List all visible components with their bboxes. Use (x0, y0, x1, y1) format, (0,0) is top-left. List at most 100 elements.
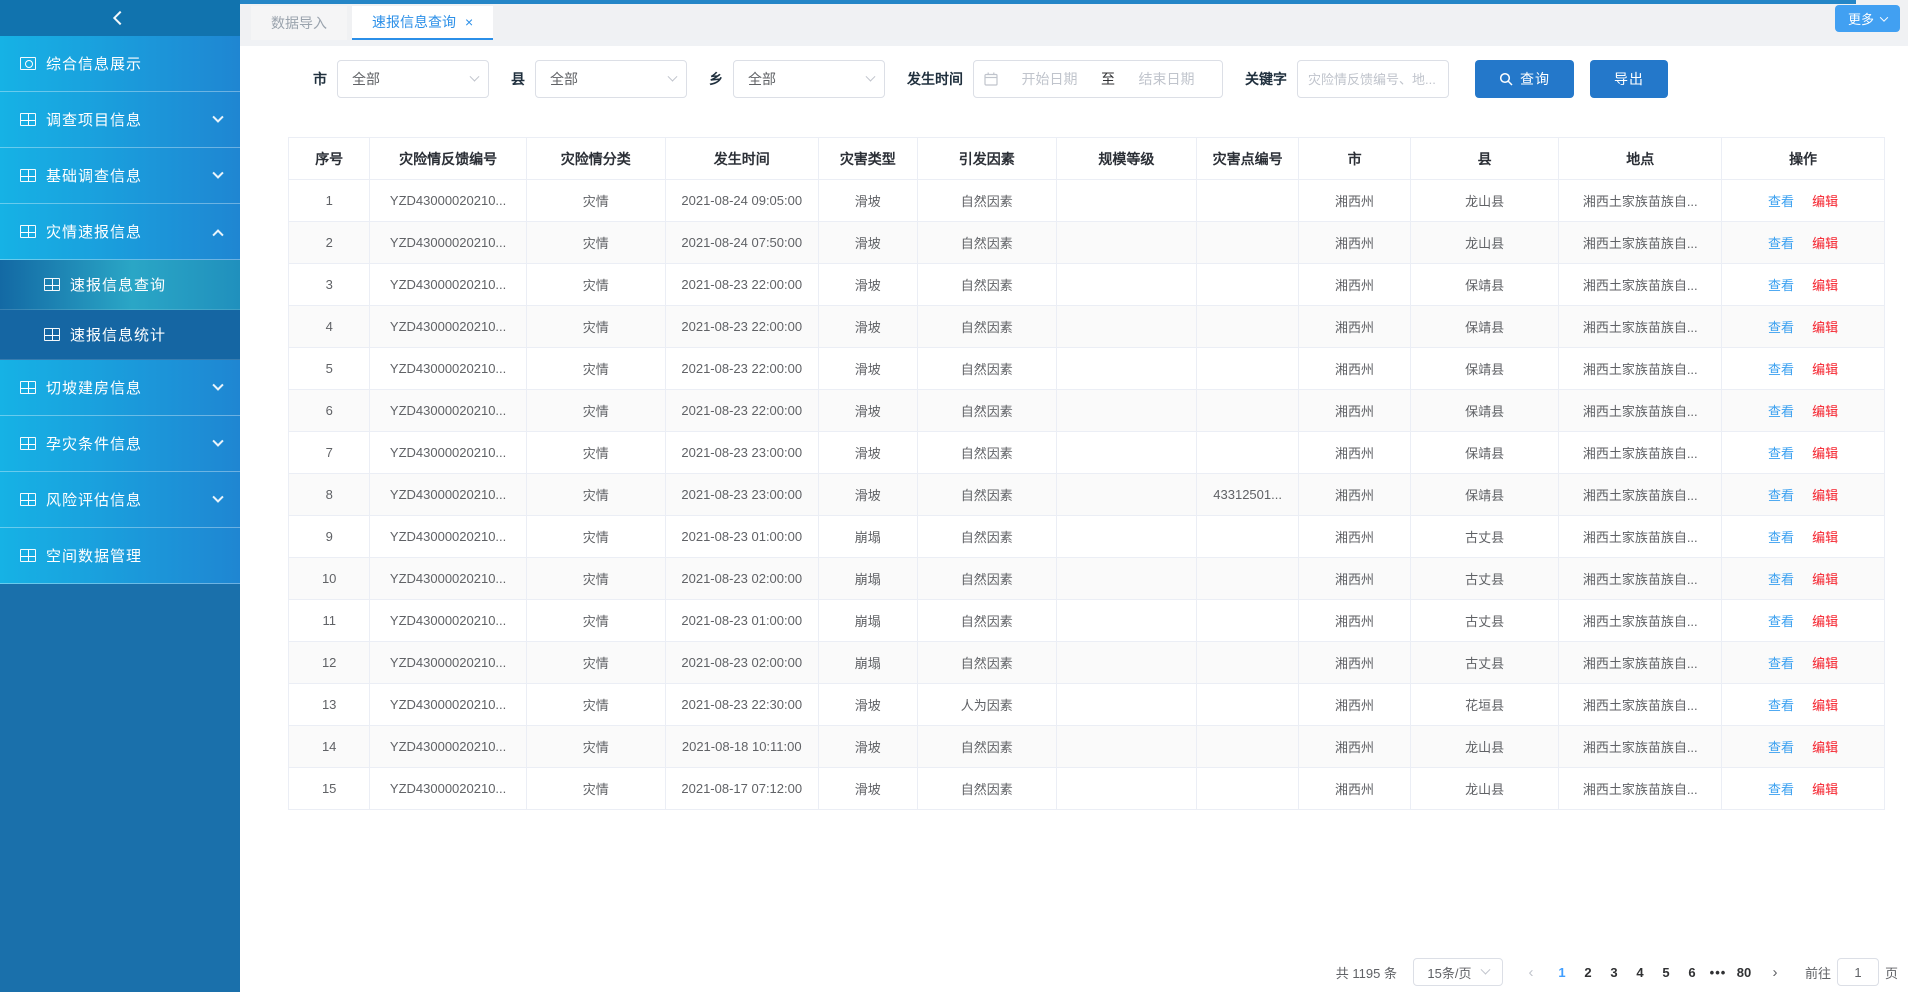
table-row: 1YZD43000020210...灾情2021-08-24 09:05:00滑… (289, 180, 1885, 222)
edit-link[interactable]: 编辑 (1812, 782, 1838, 797)
edit-link[interactable]: 编辑 (1812, 362, 1838, 377)
column-header: 灾害类型 (818, 138, 917, 180)
page-number[interactable]: 2 (1575, 965, 1601, 980)
sidebar-collapse-button[interactable] (0, 0, 240, 36)
goto-page-input[interactable] (1837, 958, 1879, 986)
county-select[interactable]: 全部 (535, 60, 687, 98)
table-cell: 湘西州 (1299, 558, 1411, 600)
view-link[interactable]: 查看 (1768, 698, 1794, 713)
table-cell: 自然因素 (917, 222, 1056, 264)
township-select[interactable]: 全部 (733, 60, 885, 98)
table-icon (20, 549, 36, 562)
edit-link[interactable]: 编辑 (1812, 530, 1838, 545)
table-cell: 自然因素 (917, 180, 1056, 222)
city-label: 市 (313, 69, 327, 89)
next-page-button[interactable]: › (1763, 964, 1787, 981)
main-area: 数据导入 速报信息查询 × 更多 市 全部 (240, 0, 1908, 992)
results-table: 序号灾险情反馈编号灾险情分类发生时间灾害类型引发因素规模等级灾害点编号市县地点操… (288, 137, 1885, 810)
page-number[interactable]: 3 (1601, 965, 1627, 980)
county-select-value: 全部 (550, 69, 669, 89)
page-numbers: 123456•••80 (1549, 965, 1757, 980)
table-cell: 湘西土家族苗族自... (1559, 390, 1722, 432)
view-link[interactable]: 查看 (1768, 236, 1794, 251)
sidebar-item-basic-survey-info[interactable]: 基础调查信息 (0, 148, 240, 204)
table-cell: 2021-08-23 02:00:00 (665, 558, 818, 600)
view-link[interactable]: 查看 (1768, 194, 1794, 209)
edit-link[interactable]: 编辑 (1812, 656, 1838, 671)
view-link[interactable]: 查看 (1768, 446, 1794, 461)
table-cell: 湘西土家族苗族自... (1559, 432, 1722, 474)
close-icon[interactable]: × (465, 15, 473, 29)
more-button[interactable]: 更多 (1835, 5, 1900, 32)
edit-link[interactable]: 编辑 (1812, 278, 1838, 293)
edit-link[interactable]: 编辑 (1812, 446, 1838, 461)
table-body: 1YZD43000020210...灾情2021-08-24 09:05:00滑… (289, 180, 1885, 810)
table-cell (1056, 348, 1196, 390)
view-link[interactable]: 查看 (1768, 488, 1794, 503)
edit-link[interactable]: 编辑 (1812, 698, 1838, 713)
table-cell: 灾情 (526, 348, 665, 390)
view-link[interactable]: 查看 (1768, 782, 1794, 797)
sidebar-item-label: 风险评估信息 (46, 489, 214, 510)
date-range-picker[interactable]: 开始日期 至 结束日期 (973, 60, 1223, 98)
page-size-select[interactable]: 15条/页 (1413, 958, 1503, 986)
column-header: 市 (1299, 138, 1411, 180)
view-link[interactable]: 查看 (1768, 278, 1794, 293)
table-cell: 湘西土家族苗族自... (1559, 180, 1722, 222)
edit-link[interactable]: 编辑 (1812, 488, 1838, 503)
edit-link[interactable]: 编辑 (1812, 572, 1838, 587)
sidebar-item-risk-assessment-info[interactable]: 风险评估信息 (0, 472, 240, 528)
edit-link[interactable]: 编辑 (1812, 194, 1838, 209)
prev-page-button[interactable]: ‹ (1519, 964, 1543, 981)
table-cell: YZD43000020210... (370, 222, 526, 264)
page-ellipsis[interactable]: ••• (1705, 965, 1731, 980)
table-cell: 10 (289, 558, 370, 600)
sidebar-item-comprehensive-info-display[interactable]: 综合信息展示 (0, 36, 240, 92)
view-link[interactable]: 查看 (1768, 530, 1794, 545)
table-cell: YZD43000020210... (370, 684, 526, 726)
table-cell (1197, 390, 1299, 432)
sidebar-item-disaster-condition-info[interactable]: 孕灾条件信息 (0, 416, 240, 472)
edit-link[interactable]: 编辑 (1812, 320, 1838, 335)
sidebar-item-label: 速报信息查询 (70, 274, 222, 295)
page-number[interactable]: 1 (1549, 965, 1575, 980)
tab-report-info-query[interactable]: 速报信息查询 × (352, 6, 493, 40)
edit-link[interactable]: 编辑 (1812, 236, 1838, 251)
view-link[interactable]: 查看 (1768, 320, 1794, 335)
view-link[interactable]: 查看 (1768, 404, 1794, 419)
sidebar-item-report-info-stats[interactable]: 速报信息统计 (0, 310, 240, 360)
sidebar-menu: 综合信息展示调查项目信息基础调查信息灾情速报信息速报信息查询速报信息统计切坡建房… (0, 36, 240, 584)
actions-cell: 查看 编辑 (1722, 264, 1885, 306)
table-cell (1056, 180, 1196, 222)
keyword-input[interactable] (1297, 60, 1449, 98)
sidebar-item-spatial-data-management[interactable]: 空间数据管理 (0, 528, 240, 584)
sidebar-item-survey-project-info[interactable]: 调查项目信息 (0, 92, 240, 148)
view-link[interactable]: 查看 (1768, 614, 1794, 629)
export-button[interactable]: 导出 (1590, 60, 1668, 98)
table-cell: YZD43000020210... (370, 474, 526, 516)
total-count: 共 1195 条 (1336, 963, 1397, 982)
search-button[interactable]: 查询 (1475, 60, 1574, 98)
view-link[interactable]: 查看 (1768, 572, 1794, 587)
table-cell: 湘西州 (1299, 516, 1411, 558)
table-cell: 花垣县 (1410, 684, 1558, 726)
edit-link[interactable]: 编辑 (1812, 404, 1838, 419)
chevron-down-icon (668, 71, 678, 81)
view-link[interactable]: 查看 (1768, 362, 1794, 377)
view-link[interactable]: 查看 (1768, 656, 1794, 671)
page-number[interactable]: 6 (1679, 965, 1705, 980)
page-number[interactable]: 4 (1627, 965, 1653, 980)
sidebar-item-disaster-report-info[interactable]: 灾情速报信息 (0, 204, 240, 260)
tab-label: 速报信息查询 (372, 12, 456, 32)
edit-link[interactable]: 编辑 (1812, 614, 1838, 629)
sidebar-item-slope-housing-info[interactable]: 切坡建房信息 (0, 360, 240, 416)
tab-data-import[interactable]: 数据导入 (251, 6, 347, 40)
page-number[interactable]: 80 (1731, 965, 1757, 980)
city-select[interactable]: 全部 (337, 60, 489, 98)
page-number[interactable]: 5 (1653, 965, 1679, 980)
edit-link[interactable]: 编辑 (1812, 740, 1838, 755)
view-link[interactable]: 查看 (1768, 740, 1794, 755)
table-cell: YZD43000020210... (370, 642, 526, 684)
sidebar-item-report-info-query[interactable]: 速报信息查询 (0, 260, 240, 310)
table-cell: 灾情 (526, 684, 665, 726)
